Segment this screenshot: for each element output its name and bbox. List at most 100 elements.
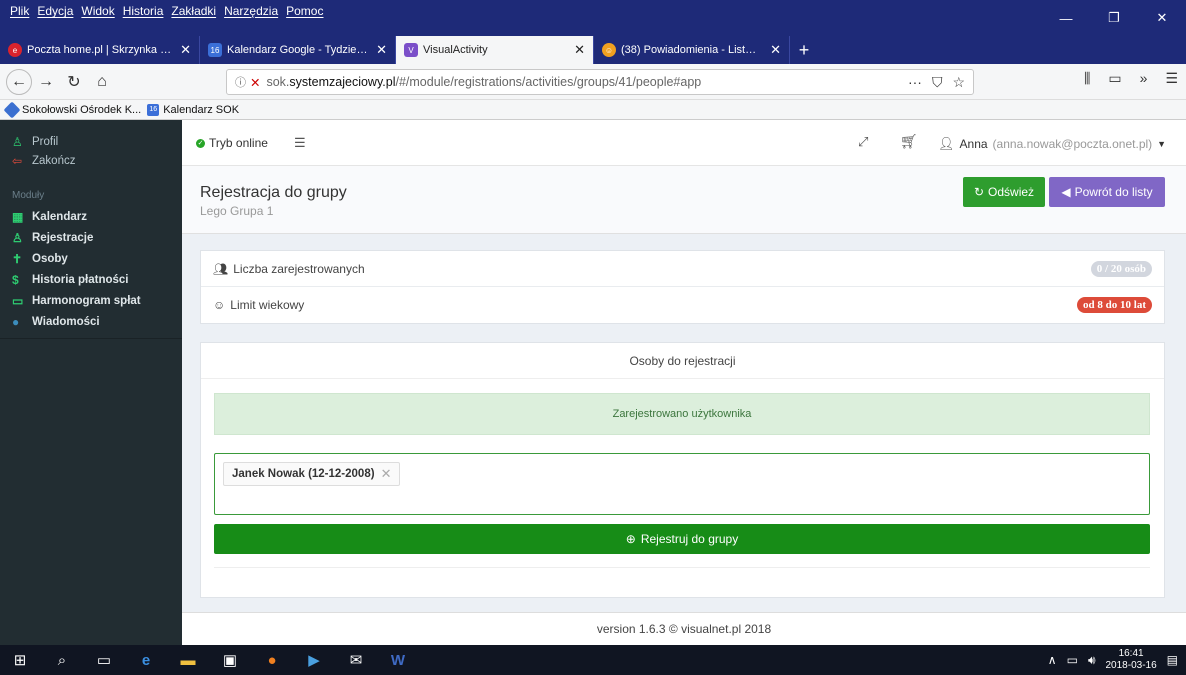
store-icon[interactable]: ▣ — [220, 650, 240, 670]
firefox-icon[interactable]: ● — [262, 650, 282, 670]
tab-title: Poczta home.pl | Skrzynka odbi — [27, 44, 173, 56]
menu-toggle-icon[interactable]: ☰ — [294, 135, 306, 151]
registered-row: 👥︎ Liczba zarejestrowanych 0 / 20 osób — [201, 251, 1164, 287]
overflow-icon[interactable]: » — [1140, 70, 1148, 87]
sidebar-item-historia[interactable]: $ Historia płatności — [0, 269, 182, 290]
menu-list: Plik Edycja Widok Historia Zakładki Narz… — [10, 4, 323, 18]
menu-file[interactable]: Plik — [10, 4, 29, 18]
person-select[interactable]: Janek Nowak (12-12-2008) ✕ — [214, 453, 1150, 515]
sidebar-item-wiadomosci[interactable]: ● Wiadomości — [0, 311, 182, 332]
bookmark-label: Kalendarz SOK — [163, 103, 240, 116]
back-to-list-button[interactable]: ◀ Powrót do listy — [1049, 177, 1165, 207]
back-label: Powrót do listy — [1074, 185, 1153, 199]
window-controls: — ❐ ✕ — [1042, 0, 1186, 36]
restore-icon[interactable]: ❐ — [1090, 0, 1138, 36]
browser-tabbar: e Poczta home.pl | Skrzynka odbi ✕ 16 Ka… — [0, 36, 1186, 64]
tab-poczta[interactable]: e Poczta home.pl | Skrzynka odbi ✕ — [0, 36, 200, 64]
registered-label-wrap: 👥︎ Liczba zarejestrowanych — [213, 262, 365, 276]
menu-bookmarks[interactable]: Zakładki — [171, 4, 216, 18]
browser-menubar: Plik Edycja Widok Historia Zakładki Narz… — [0, 0, 1186, 36]
edge-icon[interactable]: e — [136, 650, 156, 670]
sidebar-item-label: Rejestracje — [32, 231, 94, 244]
sidebar-item-osoby[interactable]: ✝ Osoby — [0, 248, 182, 269]
volume-icon[interactable]: 🔊︎ — [1088, 653, 1096, 668]
pocket-icon[interactable]: ⛉ — [932, 74, 943, 91]
cart-icon[interactable]: 🛒︎ — [900, 133, 918, 150]
library-icon[interactable]: ⫼ — [1084, 70, 1090, 87]
register-to-group-button[interactable]: ⊕ Rejestruj do grupy — [214, 524, 1150, 554]
windows-taskbar: ⊞ ⌕ ▭ e ▬ ▣ ● ▶ ✉ W ∧ ▭ 🔊︎ 16:41 2018-03… — [0, 645, 1186, 675]
check-icon: ✓ — [196, 138, 205, 148]
refresh-button[interactable]: ↻ Odśwież — [963, 177, 1045, 207]
notifications-icon[interactable]: ▤ — [1167, 653, 1178, 667]
sidebar-item-harmonogram[interactable]: ▭ Harmonogram spłat — [0, 290, 182, 311]
app-sidebar: ♙ Profil ⇦ Zakończ Moduły ▦ Kalendarz ♙ … — [0, 120, 182, 645]
age-label: Limit wiekowy — [230, 298, 305, 312]
user-name: Anna — [959, 137, 988, 151]
more-icon[interactable]: ··· — [908, 74, 922, 91]
tray-chevron-icon[interactable]: ∧ — [1048, 653, 1057, 667]
bookmark-kalendarz[interactable]: 16 Kalendarz SOK — [147, 103, 240, 116]
close-icon[interactable]: ✕ — [1138, 0, 1186, 36]
info-icon[interactable]: ⓘ — [235, 74, 246, 90]
page-subtitle: Lego Grupa 1 — [200, 204, 274, 218]
tab-close-icon[interactable]: ✕ — [368, 42, 387, 58]
menu-history[interactable]: Historia — [123, 4, 164, 18]
network-icon[interactable]: ▭ — [1067, 653, 1078, 667]
star-icon[interactable]: ☆ — [952, 74, 965, 91]
tab-close-icon[interactable]: ✕ — [172, 42, 191, 58]
media-player-icon[interactable]: ▶ — [304, 650, 324, 670]
divider — [214, 567, 1150, 568]
tab-visualactivity[interactable]: V VisualActivity ✕ — [396, 36, 594, 64]
sidebar-item-profil[interactable]: ♙ Profil — [0, 132, 182, 151]
main-content: Rejestracja do grupy Lego Grupa 1 ↻ Odśw… — [182, 166, 1186, 645]
windows-start-icon[interactable]: ⊞ — [10, 650, 30, 670]
sidebar-item-kalendarz[interactable]: ▦ Kalendarz — [0, 206, 182, 227]
menu-tools[interactable]: Narzędzia — [224, 4, 278, 18]
google-calendar-icon: 16 — [147, 103, 160, 116]
menu-edit[interactable]: Edycja — [37, 4, 73, 18]
group-info-box: 👥︎ Liczba zarejestrowanych 0 / 20 osób ☺… — [200, 250, 1165, 324]
bookmark-sok[interactable]: Sokołowski Ośrodek K... — [3, 101, 142, 118]
visualactivity-icon: V — [404, 43, 418, 57]
tab-kalendarz[interactable]: 16 Kalendarz Google - Tydzień, w ✕ — [200, 36, 396, 64]
minimize-icon[interactable]: — — [1042, 0, 1090, 36]
search-icon[interactable]: ⌕ — [52, 650, 72, 670]
hamburger-icon[interactable]: ☰ — [1165, 70, 1178, 87]
tab-title: (38) Powiadomienia - Lista wia — [621, 44, 763, 56]
bookmark-label: Sokołowski Ośrodek K... — [22, 103, 142, 116]
tab-close-icon[interactable]: ✕ — [762, 42, 781, 58]
users-icon: 👥︎ — [213, 261, 229, 276]
home-icon[interactable]: ⌂ — [88, 68, 116, 96]
system-tray: ∧ ▭ 🔊︎ 16:41 2018-03-16 ▤ — [1048, 648, 1178, 672]
mail-icon[interactable]: ✉ — [346, 650, 366, 670]
remove-tag-icon[interactable]: ✕ — [381, 466, 392, 482]
user-email: (anna.nowak@poczta.onet.pl) — [992, 137, 1153, 151]
menu-view[interactable]: Widok — [81, 4, 114, 18]
file-explorer-icon[interactable]: ▬ — [178, 650, 198, 670]
task-view-icon[interactable]: ▭ — [94, 650, 114, 670]
browser-navbar: ← → ↻ ⌂ ⓘ ✕ sok. systemzajeciowy.pl/#/mod… — [0, 64, 1186, 100]
online-status-label: Tryb online — [209, 136, 268, 150]
sidebar-icon[interactable]: ▭ — [1108, 70, 1121, 87]
url-prefix: sok. — [266, 75, 290, 89]
sidebar-item-rejestracje[interactable]: ♙ Rejestracje — [0, 227, 182, 248]
version-text: version 1.6.3 © visualnet.pl 2018 — [596, 622, 772, 636]
new-tab-icon[interactable]: + — [790, 36, 818, 64]
sidebar-item-zakoncz[interactable]: ⇦ Zakończ — [0, 151, 182, 170]
word-icon[interactable]: W — [388, 650, 408, 670]
url-bar[interactable]: ⓘ ✕ sok. systemzajeciowy.pl/#/module/regi… — [226, 69, 974, 95]
diamond-icon — [3, 101, 21, 118]
back-arrow-icon[interactable]: ← — [6, 68, 32, 95]
menu-help[interactable]: Pomoc — [286, 4, 323, 18]
clock[interactable]: 16:41 2018-03-16 — [1106, 648, 1157, 672]
tab-close-icon[interactable]: ✕ — [566, 42, 585, 58]
home-pl-icon: e — [8, 43, 22, 57]
insecure-lock-icon[interactable]: ✕ — [250, 75, 260, 90]
forward-arrow-icon[interactable]: → — [32, 68, 60, 96]
tab-powiadomienia[interactable]: ☺ (38) Powiadomienia - Lista wia ✕ — [594, 36, 790, 64]
reload-icon[interactable]: ↻ — [60, 68, 88, 96]
online-status[interactable]: ✓ Tryb online — [196, 136, 268, 150]
user-menu[interactable]: 👤︎ Anna (anna.nowak@poczta.onet.pl) ▼ — [938, 136, 1166, 152]
fullscreen-icon[interactable]: ⤢ — [858, 134, 868, 150]
